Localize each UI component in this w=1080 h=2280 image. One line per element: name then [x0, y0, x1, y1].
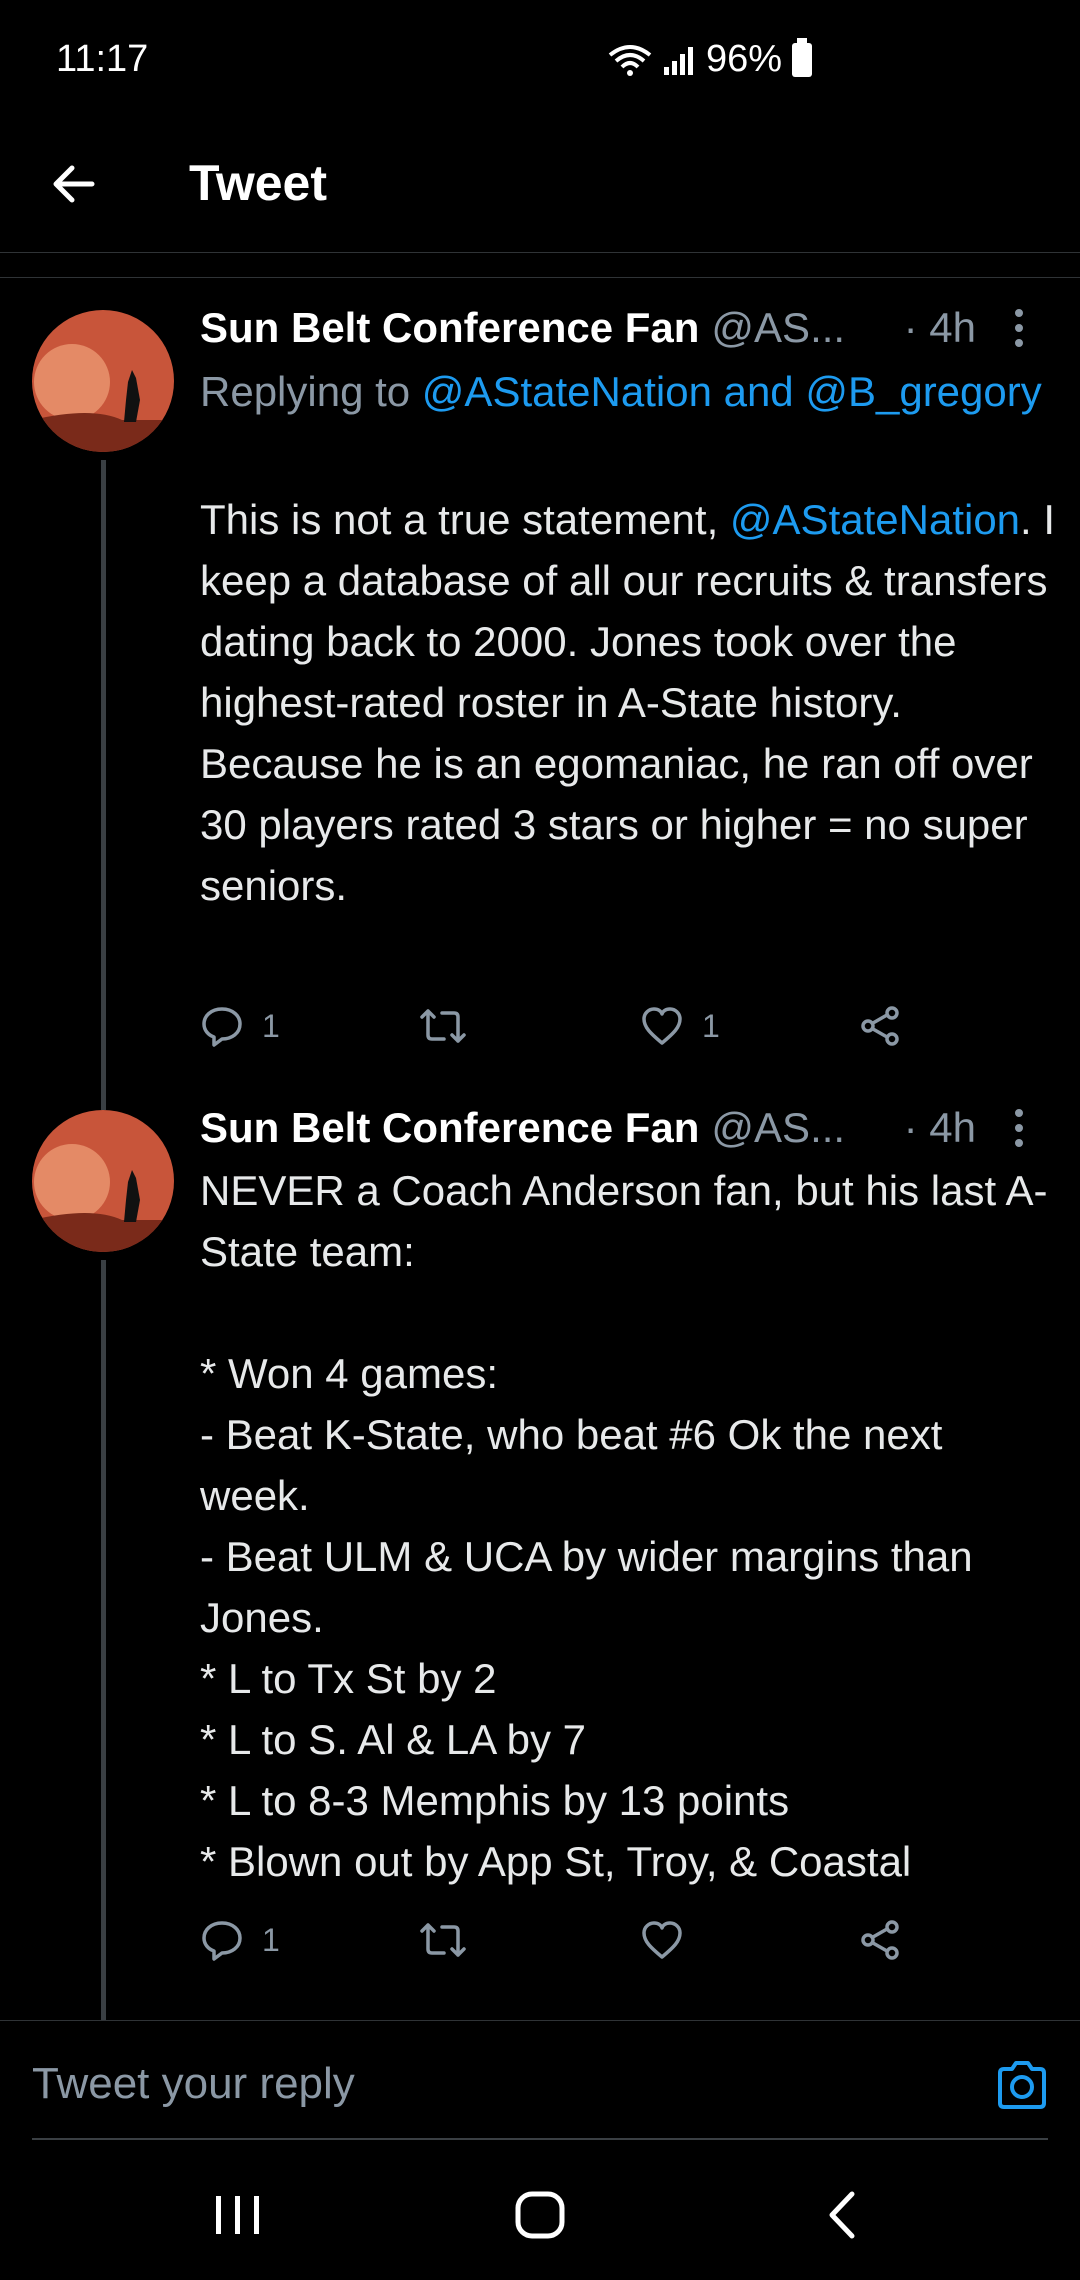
signal-icon	[663, 46, 693, 75]
tweet-text-part: This is not a true statement,	[200, 496, 730, 543]
like-button[interactable]	[640, 1910, 684, 1970]
tweet-text-part: . I keep a database of all our recruits …	[200, 496, 1067, 909]
author-name[interactable]: Sun Belt Conference Fan	[200, 304, 699, 352]
reply-input[interactable]: Tweet your reply	[32, 2059, 355, 2109]
page-title: Tweet	[189, 155, 327, 211]
thread-line	[101, 1260, 106, 2020]
back-arrow-icon[interactable]	[44, 154, 104, 214]
more-icon[interactable]	[1014, 1108, 1024, 1148]
tweet-actions: 1 1	[200, 996, 920, 1056]
share-icon	[861, 1920, 899, 1960]
like-count: 1	[702, 1007, 720, 1044]
retweet-button[interactable]	[418, 996, 468, 1056]
avatar[interactable]	[32, 1110, 174, 1252]
share-icon	[861, 1006, 899, 1046]
like-icon	[642, 1007, 682, 1045]
status-icons: 96%	[608, 37, 812, 81]
tweet-actions: 1	[200, 1910, 920, 1970]
mention-link[interactable]: @AStateNation	[730, 496, 1020, 543]
retweet-button[interactable]	[418, 1910, 468, 1970]
reply-icon	[202, 1921, 242, 1961]
avatar-image	[32, 310, 174, 452]
home-icon[interactable]	[510, 2188, 570, 2242]
share-button[interactable]	[858, 1910, 902, 1970]
retweet-icon	[420, 1923, 466, 1957]
author-name[interactable]: Sun Belt Conference Fan	[200, 1104, 699, 1152]
tweet-text: NEVER a Coach Anderson fan, but his last…	[200, 1167, 1048, 1885]
status-time: 11:17	[56, 38, 149, 80]
battery-icon	[792, 37, 812, 77]
reply-bar: Tweet your reply	[0, 2020, 1080, 2141]
thread-line	[101, 460, 106, 1110]
tweet-header: Sun Belt Conference Fan @AS... · 4h	[200, 300, 1060, 356]
reply-count: 1	[262, 1921, 280, 1958]
retweet-icon	[420, 1009, 466, 1043]
replying-to: Replying to @AStateNation and @B_gregory	[200, 361, 1060, 422]
system-nav-bar	[0, 2140, 1080, 2280]
status-bar: 11:17 96%	[0, 0, 1080, 130]
reply-button[interactable]: 1	[200, 1910, 280, 1970]
avatar-image	[32, 1110, 174, 1252]
nav-back-icon[interactable]	[814, 2188, 874, 2242]
tweet-text: This is not a true statement, @AStateNat…	[200, 489, 1060, 916]
author-handle[interactable]: @AS...	[711, 1104, 845, 1152]
header: Tweet	[0, 130, 1080, 253]
recents-icon[interactable]	[208, 2188, 268, 2242]
avatar[interactable]	[32, 310, 174, 452]
like-icon	[642, 1921, 682, 1959]
tweet-header: Sun Belt Conference Fan @AS... · 4h	[200, 1100, 1060, 1156]
battery-percent: 96%	[705, 38, 782, 80]
reply-count: 1	[262, 1007, 280, 1044]
tweet-time: · 4h	[903, 1104, 976, 1151]
replying-prefix: Replying to	[200, 368, 411, 415]
reply-button[interactable]: 1	[200, 996, 280, 1056]
like-button[interactable]: 1	[640, 996, 720, 1056]
share-button[interactable]	[858, 996, 902, 1056]
wifi-icon	[608, 44, 652, 76]
camera-icon[interactable]	[994, 2059, 1050, 2111]
divider	[0, 277, 1080, 278]
more-icon[interactable]	[1014, 308, 1024, 348]
tweet-time: · 4h	[903, 304, 976, 351]
reply-icon	[202, 1007, 242, 1047]
replying-to-users[interactable]: @AStateNation and @B_gregory	[422, 368, 1042, 415]
author-handle[interactable]: @AS...	[711, 304, 845, 352]
